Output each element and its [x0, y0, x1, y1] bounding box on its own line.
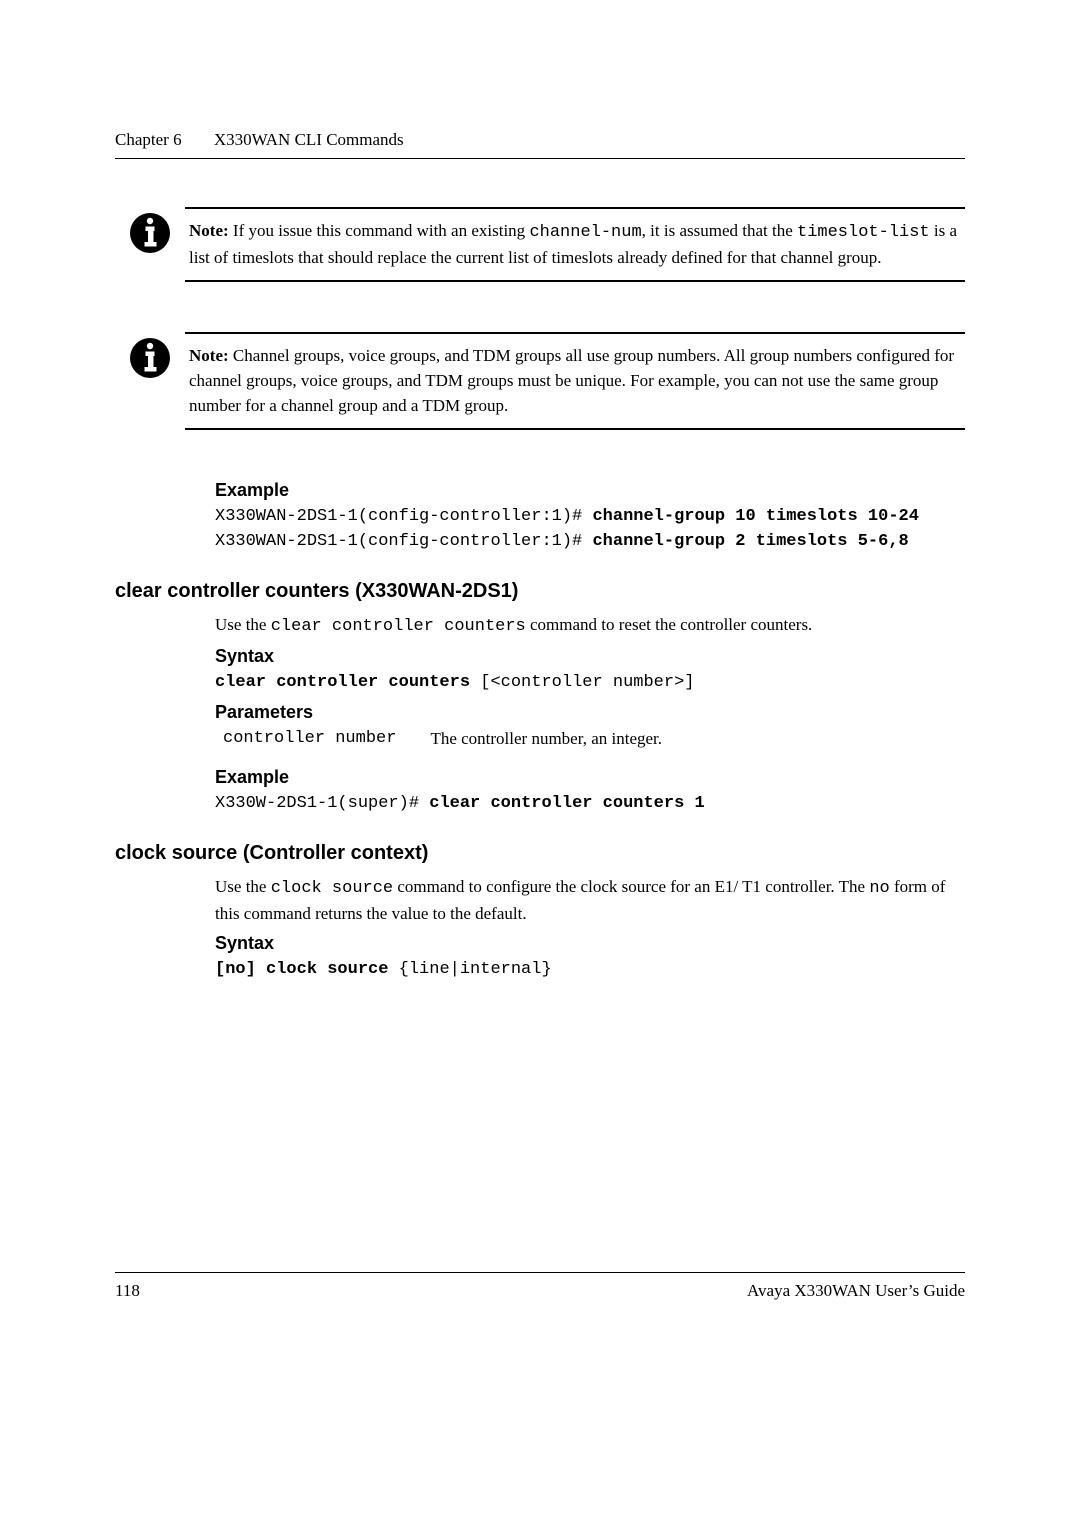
- parameter-row: controller number The controller number,…: [215, 729, 965, 749]
- command: clear controller counters 1: [429, 794, 704, 813]
- parameter-desc: The controller number, an integer.: [430, 729, 662, 749]
- syntax-code: clear controller counters [<controller n…: [215, 671, 965, 696]
- page-header: Chapter 6 X330WAN CLI Commands: [115, 130, 965, 159]
- info-icon: [115, 207, 185, 260]
- syntax-heading: Syntax: [215, 646, 965, 667]
- page-root: Chapter 6 X330WAN CLI Commands Note: If …: [0, 0, 1080, 1301]
- chapter-label: Chapter 6: [115, 130, 182, 149]
- section2-intro: Use the clock source command to configur…: [215, 875, 965, 926]
- note-block-1: Note: If you issue this command with an …: [115, 207, 965, 282]
- prompt: X330WAN-2DS1-1(config-controller:1)#: [215, 532, 592, 551]
- parameters-heading: Parameters: [215, 702, 965, 723]
- note-block-2: Note: Channel groups, voice groups, and …: [115, 332, 965, 430]
- syntax-code: [no] clock source {line|internal}: [215, 958, 965, 983]
- chapter-title: X330WAN CLI Commands: [214, 130, 404, 149]
- intro-code-2: no: [869, 879, 889, 898]
- example-heading: Example: [215, 767, 965, 788]
- syntax-bold: clear controller counters: [215, 673, 480, 692]
- note1-code-1: channel-num: [529, 223, 641, 242]
- note-label: Note:: [189, 346, 229, 365]
- intro-code: clock source: [271, 879, 393, 898]
- example-code: X330W-2DS1-1(super)# clear controller co…: [215, 792, 965, 817]
- command: channel-group 2 timeslots 5-6,8: [592, 532, 908, 551]
- example-code: X330WAN-2DS1-1(config-controller:1)# cha…: [215, 505, 965, 554]
- example-block-1: Example X330WAN-2DS1-1(config-controller…: [215, 480, 965, 554]
- note-label: Note:: [189, 221, 229, 240]
- section-body-2: Use the clock source command to configur…: [215, 875, 965, 982]
- section-heading-clear-controller: clear controller counters (X330WAN-2DS1): [115, 580, 965, 603]
- syntax-rest: [<controller number>]: [480, 673, 694, 692]
- intro-text-b: command to configure the clock source fo…: [393, 877, 869, 896]
- intro-text-a: Use the: [215, 615, 271, 634]
- note-text-2: Note: Channel groups, voice groups, and …: [185, 332, 965, 430]
- page-number: 118: [115, 1281, 140, 1301]
- book-title: Avaya X330WAN User’s Guide: [747, 1281, 965, 1301]
- intro-code: clear controller counters: [271, 617, 526, 636]
- page-footer: 118 Avaya X330WAN User’s Guide: [115, 1272, 965, 1301]
- section-heading-clock-source: clock source (Controller context): [115, 842, 965, 865]
- note1-code-2: timeslot-list: [797, 223, 930, 242]
- syntax-bold: [no] clock source: [215, 960, 399, 979]
- note1-text-a: If you issue this command with an existi…: [233, 221, 530, 240]
- section-body-1: Use the clear controller counters comman…: [215, 613, 965, 816]
- note1-text-b: , it is assumed that the: [642, 221, 797, 240]
- note2-text: Channel groups, voice groups, and TDM gr…: [189, 346, 954, 414]
- command: channel-group 10 timeslots 10-24: [592, 507, 918, 526]
- intro-text-b: command to reset the controller counters…: [526, 615, 813, 634]
- example-heading: Example: [215, 480, 965, 501]
- section1-intro: Use the clear controller counters comman…: [215, 613, 965, 640]
- parameter-name: controller number: [215, 729, 396, 749]
- syntax-heading: Syntax: [215, 933, 965, 954]
- info-icon: [115, 332, 185, 385]
- intro-text-a: Use the: [215, 877, 271, 896]
- syntax-rest: {line|internal}: [399, 960, 552, 979]
- note-text-1: Note: If you issue this command with an …: [185, 207, 965, 282]
- prompt: X330W-2DS1-1(super)#: [215, 794, 429, 813]
- prompt: X330WAN-2DS1-1(config-controller:1)#: [215, 507, 592, 526]
